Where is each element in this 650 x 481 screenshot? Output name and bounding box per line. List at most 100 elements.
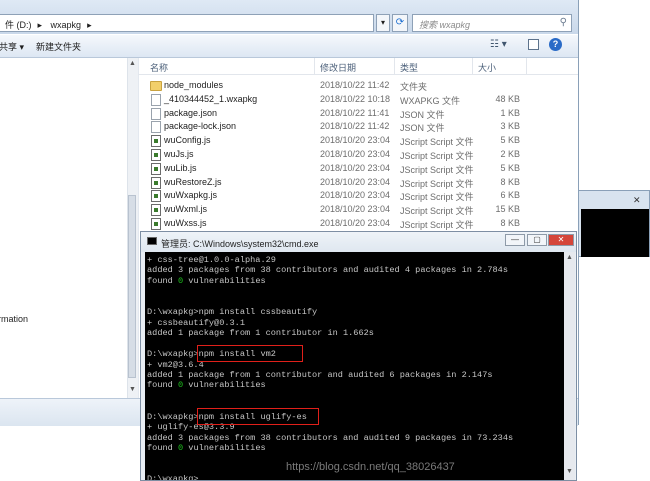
file-row[interactable]: wuWxml.js 2018/10/20 23:04 JScript Script … bbox=[138, 203, 568, 217]
file-size: 6 KB bbox=[500, 190, 520, 201]
console-line: + css-tree@1.0.0-alpha.29 bbox=[147, 255, 276, 265]
file-size: 8 KB bbox=[500, 176, 520, 187]
console-line: added 1 package from 1 contributor and a… bbox=[147, 369, 493, 380]
view-options-icon[interactable]: ☷ ▾ bbox=[490, 39, 507, 50]
file-type: JScript Script 文件 bbox=[400, 192, 474, 203]
file-row[interactable]: package-lock.json 2018/10/22 11:42 JSON 文件… bbox=[138, 120, 568, 134]
file-row[interactable]: wuWxss.js 2018/10/20 23:04 JScript Script … bbox=[138, 217, 568, 231]
console-text: vulnerabilities bbox=[183, 380, 266, 391]
console-line: D:\wxapkg>npm install cssbeautify bbox=[147, 307, 318, 318]
file-date: 2018/10/20 23:04 bbox=[320, 218, 391, 228]
column-divider[interactable] bbox=[394, 58, 395, 74]
file-row[interactable]: package.json 2018/10/22 11:41 JSON 文件 1 KB bbox=[138, 107, 568, 121]
file-row[interactable]: wuRestoreZ.js 2018/10/20 23:04 JScript Scr… bbox=[138, 176, 568, 190]
share-button[interactable]: 共享 ▾ bbox=[0, 40, 24, 53]
file-date: 2018/10/22 11:42 bbox=[320, 80, 390, 90]
column-header-type[interactable]: 类型 bbox=[400, 61, 418, 74]
column-divider[interactable] bbox=[526, 58, 527, 74]
address-bar-row: 件 (D:) ▸ wxapkg ▸ ▾ ⟳ 搜索 wxapkg ⚲ bbox=[0, 0, 578, 34]
column-header-row: 名称 修改日期 类型 大小 bbox=[138, 58, 578, 75]
file-size: 1 KB bbox=[500, 107, 520, 118]
chevron-right-icon[interactable]: ▸ bbox=[87, 20, 92, 30]
minimize-button[interactable]: — bbox=[505, 234, 525, 246]
file-date: 2018/10/20 23:04 bbox=[320, 162, 391, 173]
file-size: 48 KB bbox=[495, 93, 520, 104]
file-row[interactable]: node_modules 2018/10/22 11:42 文件夹 bbox=[138, 79, 568, 93]
breadcrumb-folder[interactable]: wxapkg bbox=[51, 20, 82, 30]
file-row[interactable]: wuWxapkg.js 2018/10/20 23:04 JScript Scrip… bbox=[138, 189, 568, 203]
scrollbar-thumb[interactable] bbox=[128, 195, 136, 378]
file-name: node_modules bbox=[164, 80, 224, 90]
file-icon bbox=[151, 121, 161, 134]
refresh-button[interactable]: ⟳ bbox=[392, 14, 408, 32]
file-type: JScript Script 文件 bbox=[400, 137, 474, 148]
console-scrollbar[interactable]: ▲ ▼ bbox=[564, 252, 575, 480]
command-highlight-box bbox=[197, 345, 303, 363]
breadcrumb: 件 (D:) ▸ wxapkg ▸ bbox=[5, 18, 98, 31]
console-line: added 3 packages from 38 contributors an… bbox=[147, 265, 508, 276]
file-row[interactable]: wuJs.js 2018/10/20 23:04 JScript Script 文件… bbox=[138, 148, 568, 162]
close-icon[interactable]: ✕ bbox=[633, 195, 641, 206]
background-window-content bbox=[581, 209, 649, 257]
address-dropdown-button[interactable]: ▾ bbox=[376, 14, 390, 32]
navigation-pane: rmation bbox=[0, 58, 139, 398]
scroll-up-icon[interactable]: ▲ bbox=[129, 60, 136, 67]
toolbar: 共享 ▾ 新建文件夹 ☷ ▾ ? bbox=[0, 35, 578, 58]
column-header-size[interactable]: 大小 bbox=[478, 61, 496, 74]
folder-icon bbox=[150, 81, 162, 91]
address-bar[interactable]: 件 (D:) ▸ wxapkg ▸ bbox=[0, 14, 374, 32]
file-row[interactable]: wuConfig.js 2018/10/20 23:04 JScript Scrip… bbox=[138, 134, 568, 148]
nav-item-label[interactable]: rmation bbox=[0, 314, 28, 324]
search-icon[interactable]: ⚲ bbox=[560, 17, 567, 28]
console-line: found 0 vulnerabilities bbox=[147, 276, 266, 286]
scroll-down-icon[interactable]: ▼ bbox=[566, 468, 573, 475]
scroll-up-icon[interactable]: ▲ bbox=[566, 254, 573, 261]
command-highlight-box bbox=[197, 407, 319, 425]
column-header-date[interactable]: 修改日期 bbox=[320, 61, 356, 74]
file-date: 2018/10/22 11:42 bbox=[320, 121, 390, 132]
help-icon[interactable]: ? bbox=[549, 38, 562, 51]
file-row[interactable]: wuLib.js 2018/10/20 23:04 JScript Script 文… bbox=[138, 162, 568, 176]
maximize-button[interactable]: ▢ bbox=[527, 234, 547, 246]
file-type: JScript Script 文件 bbox=[400, 178, 474, 189]
breadcrumb-drive[interactable]: 件 (D:) bbox=[5, 20, 32, 30]
script-file-icon bbox=[151, 149, 161, 161]
cmd-window: 管理员: C:\Windows\system32\cmd.exe — ▢ ✕ +… bbox=[140, 231, 577, 481]
script-file-icon bbox=[151, 162, 161, 175]
file-name: wuWxml.js bbox=[164, 204, 207, 215]
close-button[interactable]: ✕ bbox=[548, 234, 574, 246]
search-input[interactable]: 搜索 wxapkg ⚲ bbox=[412, 14, 572, 32]
watermark: https://blog.csdn.net/qq_38026437 bbox=[286, 461, 455, 473]
column-divider[interactable] bbox=[314, 58, 315, 74]
script-file-icon bbox=[151, 190, 161, 203]
cmd-window-title: 管理员: C:\Windows\system32\cmd.exe bbox=[161, 239, 319, 249]
cmd-title-bar[interactable]: 管理员: C:\Windows\system32\cmd.exe — ▢ ✕ bbox=[141, 232, 576, 252]
console-line: added 3 packages from 38 contributors an… bbox=[147, 432, 514, 443]
console-icon bbox=[147, 237, 157, 245]
file-type: JSON 文件 bbox=[400, 123, 445, 134]
file-name: wuLib.js bbox=[164, 162, 197, 173]
file-type: JScript Script 文件 bbox=[400, 206, 474, 217]
file-size: 8 KB bbox=[500, 218, 520, 228]
console-output[interactable]: + css-tree@1.0.0-alpha.29 added 3 package… bbox=[145, 252, 564, 480]
file-name: wuRestoreZ.js bbox=[164, 176, 222, 187]
file-name: wuWxapkg.js bbox=[164, 190, 218, 201]
file-date: 2018/10/22 11:41 bbox=[320, 107, 390, 118]
file-date: 2018/10/20 23:04 bbox=[320, 204, 391, 215]
column-divider[interactable] bbox=[472, 58, 473, 74]
script-file-icon bbox=[151, 176, 161, 189]
file-date: 2018/10/20 23:04 bbox=[320, 149, 391, 159]
chevron-right-icon[interactable]: ▸ bbox=[38, 20, 43, 30]
console-text: found bbox=[147, 380, 178, 391]
file-size: 5 KB bbox=[500, 162, 520, 173]
file-size: 15 KB bbox=[495, 204, 520, 215]
file-name: wuJs.js bbox=[164, 149, 194, 159]
console-line: found 0 vulnerabilities bbox=[147, 380, 266, 390]
column-header-name[interactable]: 名称 bbox=[150, 61, 168, 74]
new-folder-button[interactable]: 新建文件夹 bbox=[36, 40, 81, 53]
file-name: _410344452_1.wxapkg bbox=[164, 93, 258, 104]
preview-pane-icon[interactable] bbox=[528, 39, 539, 50]
file-row[interactable]: _410344452_1.wxapkg 2018/10/22 10:18 WXAPK… bbox=[138, 93, 568, 107]
console-text: vulnerabilities bbox=[183, 275, 266, 286]
scroll-down-icon[interactable]: ▼ bbox=[129, 386, 136, 393]
